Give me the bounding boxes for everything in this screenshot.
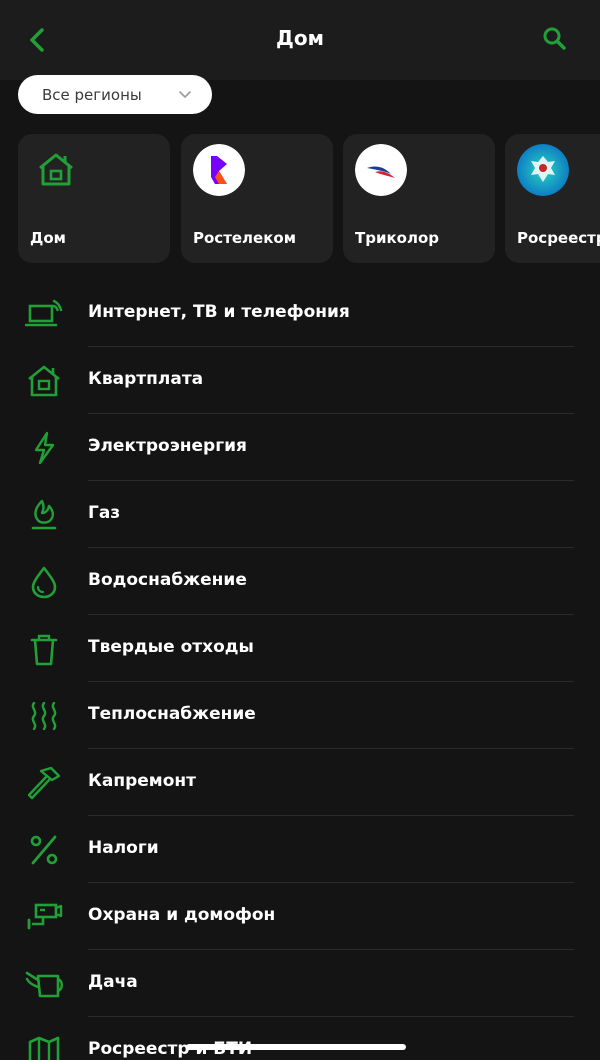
category-label: Дача (88, 972, 138, 992)
category-taxes[interactable]: Налоги (0, 816, 600, 883)
provider-card-rosreestr[interactable]: Росреестр (505, 134, 600, 263)
provider-card-tricolor[interactable]: Триколор (343, 134, 495, 263)
category-label: Твердые отходы (88, 637, 254, 657)
provider-card-label: Ростелеком (193, 229, 296, 247)
chevron-down-icon (179, 91, 191, 98)
category-gas[interactable]: Газ (0, 481, 600, 548)
category-waste[interactable]: Твердые отходы (0, 615, 600, 682)
category-label: Интернет, ТВ и телефония (88, 302, 350, 322)
page-title: Дом (276, 26, 324, 50)
provider-card-dom[interactable]: Дом (18, 134, 170, 263)
flame-icon (31, 499, 57, 530)
trash-icon (30, 634, 58, 666)
category-label: Электроэнергия (88, 436, 247, 456)
heat-waves-icon (31, 701, 57, 731)
security-camera-icon (27, 903, 63, 930)
home-indicator[interactable] (186, 1044, 406, 1050)
category-kvartplata[interactable]: Квартплата (0, 347, 600, 414)
provider-card-label: Дом (30, 229, 66, 247)
category-label: Газ (88, 503, 121, 523)
category-rosreestr-bti[interactable]: Росреестр и БТИ (0, 1017, 600, 1060)
search-icon (543, 27, 566, 50)
hammer-icon (27, 766, 61, 800)
category-dacha[interactable]: Дача (0, 950, 600, 1017)
category-label: Охрана и домофон (88, 905, 276, 925)
tricolor-logo (355, 144, 407, 196)
category-internet[interactable]: Интернет, ТВ и телефония (0, 280, 600, 347)
region-label: Все регионы (42, 85, 142, 104)
map-icon (28, 1036, 60, 1060)
category-heating[interactable]: Теплоснабжение (0, 682, 600, 749)
category-water[interactable]: Водоснабжение (0, 548, 600, 615)
provider-card-label: Росреестр (517, 229, 600, 247)
rostelecom-logo (193, 144, 245, 196)
category-label: Квартплата (88, 369, 204, 389)
category-kapremont[interactable]: Капремонт (0, 749, 600, 816)
category-label: Водоснабжение (88, 570, 247, 590)
category-security[interactable]: Охрана и домофон (0, 883, 600, 950)
category-label: Капремонт (88, 771, 196, 791)
provider-card-label: Триколор (355, 229, 439, 247)
category-label: Налоги (88, 838, 159, 858)
category-label: Теплоснабжение (88, 704, 256, 724)
category-electricity[interactable]: Электроэнергия (0, 414, 600, 481)
laptop-wifi-icon (25, 299, 63, 327)
water-drop-icon (31, 566, 57, 599)
region-selector[interactable]: Все регионы (18, 75, 212, 114)
watering-can-icon (25, 971, 63, 998)
category-list: Интернет, ТВ и телефония Квартплата Элек… (0, 280, 600, 1060)
top-bar: Дом (0, 0, 600, 80)
provider-carousel[interactable]: Дом Ростелеком Триколор Росреестр (18, 134, 600, 264)
house-icon (28, 365, 60, 397)
house-icon (39, 153, 73, 186)
percent-icon (30, 835, 58, 865)
provider-card-rostelecom[interactable]: Ростелеком (181, 134, 333, 263)
rosreestr-logo (517, 144, 569, 196)
search-button[interactable] (540, 24, 570, 54)
lightning-icon (34, 431, 55, 465)
